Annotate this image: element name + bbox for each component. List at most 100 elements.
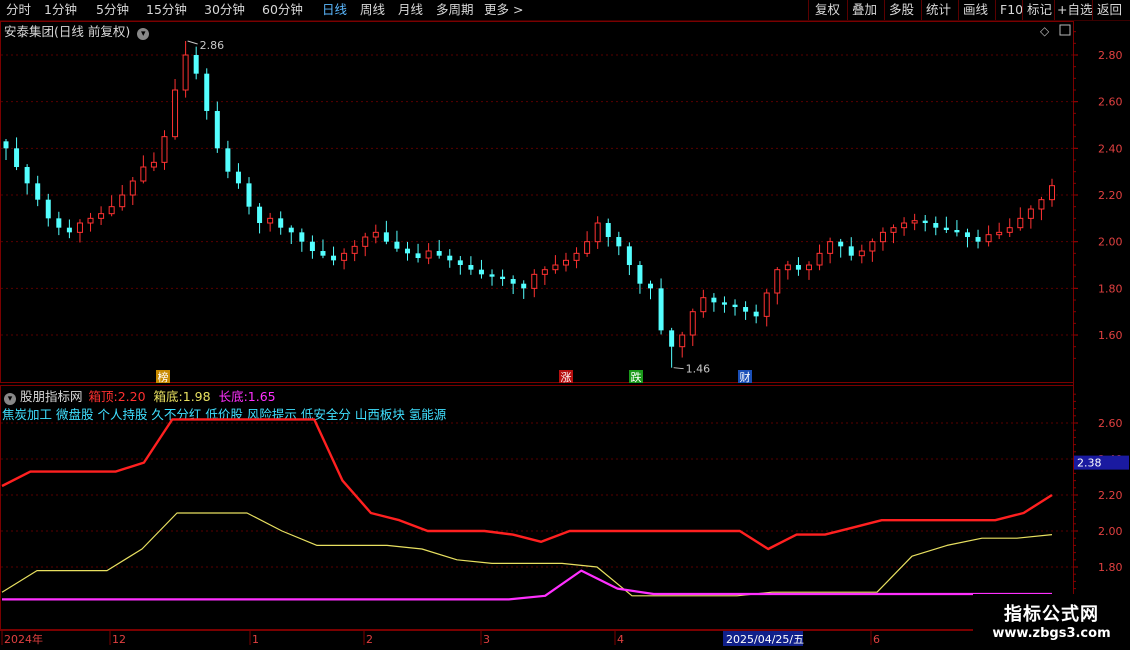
x-axis-bar — [0, 630, 1130, 650]
main-tick-label: 2.20 — [1098, 189, 1123, 202]
candle-body-up — [562, 259, 569, 266]
candle-body-up — [541, 269, 548, 275]
x-axis-label: 2 — [366, 633, 373, 646]
candle-body-down — [66, 227, 72, 233]
candle-body-down — [257, 206, 263, 224]
candle-body-down — [193, 55, 199, 74]
candle-body-down — [246, 183, 252, 207]
x-axis-label: 6 — [873, 633, 880, 646]
candle-body-down — [45, 199, 51, 219]
candle-body-up — [1049, 185, 1055, 201]
candle-body-up — [161, 136, 168, 163]
candle-body-up — [87, 217, 94, 224]
main-tick-label: 1.60 — [1098, 329, 1123, 342]
candle-body-up — [985, 234, 992, 243]
candle-body-down — [795, 265, 801, 270]
candle-body-down — [616, 237, 622, 247]
candle-body-down — [489, 274, 495, 277]
watermark-title: 指标公式网 — [1004, 604, 1099, 625]
candle-body-up — [784, 264, 791, 271]
current-value-label: 2.38 — [1077, 457, 1102, 470]
main-tick-label: 2.40 — [1098, 142, 1123, 155]
candle-body-down — [648, 283, 654, 289]
candle-body-down — [14, 148, 20, 168]
candle-body-up — [763, 292, 770, 317]
event-marker-label: 涨 — [561, 371, 572, 384]
box-top-line — [1, 418, 1053, 551]
candle-body-down — [415, 253, 421, 259]
candle-body-down — [669, 330, 675, 347]
candle-body-up — [774, 269, 781, 294]
candle-body-down — [637, 265, 643, 284]
candle-body-up — [869, 241, 876, 252]
candle-body-up — [140, 166, 147, 182]
candle-body-down — [922, 220, 928, 224]
candle-body-down — [56, 218, 62, 228]
candle-body-down — [320, 251, 326, 256]
candle-body-up — [1017, 217, 1024, 229]
candle-body-down — [732, 304, 738, 308]
indicator-tick-label: 2.20 — [1098, 489, 1123, 502]
candle-body-up — [1038, 199, 1045, 210]
candle-body-up — [911, 220, 918, 224]
candle-body-up — [552, 264, 559, 271]
kline-chart[interactable]: 2.86 1.46 榜 涨 跌 财 2.80 2.60 2.40 2.20 2.00 1.80 1.6… — [0, 0, 1130, 650]
x-axis-label: 3 — [483, 633, 490, 646]
candle-body-up — [267, 217, 274, 224]
candle-body-up — [827, 241, 834, 254]
candle-body-down — [521, 283, 527, 289]
candle-body-down — [510, 279, 516, 284]
high-arrow — [187, 40, 198, 45]
candle-body-up — [182, 54, 189, 91]
event-marker-label: 财 — [740, 370, 751, 384]
candle-body-down — [753, 311, 759, 317]
candle-body-up — [172, 89, 179, 138]
candle-body-down — [447, 255, 453, 261]
candle-body-down — [626, 246, 632, 266]
x-axis-label: 12 — [112, 633, 126, 646]
candle-body-up — [890, 227, 897, 233]
candle-body-down — [933, 223, 939, 228]
x-axis-label: 2024年 — [4, 632, 43, 646]
candle-body-up — [351, 245, 358, 254]
main-tick-label: 2.60 — [1098, 96, 1123, 109]
candle-body-down — [478, 269, 484, 275]
candle-body-up — [341, 252, 348, 261]
candle-body-down — [3, 141, 9, 149]
candle-body-up — [879, 231, 886, 243]
box-bottom-line — [1, 512, 1053, 597]
event-marker-label: 榜 — [158, 370, 169, 384]
candle-body-down — [278, 218, 284, 228]
candle-body-down — [605, 223, 611, 238]
main-panel-border — [0, 21, 1074, 383]
selected-date-label: 2025/04/25/五 — [726, 633, 804, 646]
candle-body-down — [436, 251, 442, 256]
candle-body-down — [838, 241, 844, 247]
candle-body-down — [848, 246, 854, 256]
main-tick-label: 2.00 — [1098, 236, 1123, 249]
candle-body-up — [1006, 227, 1013, 233]
indicator-tick-label: 2.00 — [1098, 525, 1123, 538]
candle-body-down — [721, 302, 727, 305]
main-tick-label: 2.80 — [1098, 49, 1123, 62]
candle-body-down — [658, 288, 664, 331]
candle-body-up — [108, 206, 115, 215]
event-marker-label: 跌 — [631, 370, 642, 384]
candle-body-up — [805, 264, 812, 271]
candle-body-down — [743, 307, 749, 312]
diamond-icon: ◇ — [1040, 24, 1050, 38]
candle-body-up — [531, 273, 538, 289]
watermark-url: www.zbgs3.com — [992, 626, 1111, 641]
candle-body-down — [383, 232, 389, 242]
indicator-tick-label: 2.60 — [1098, 417, 1123, 430]
low-label: 1.46 — [686, 363, 711, 376]
candle-body-up — [150, 161, 157, 168]
x-axis-label: 4 — [617, 633, 624, 646]
candle-body-up — [362, 236, 369, 247]
candle-body-up — [129, 180, 136, 196]
candle-body-down — [225, 148, 231, 172]
candle-body-down — [35, 183, 41, 200]
candle-body-up — [1027, 208, 1034, 219]
candle-body-up — [425, 250, 432, 259]
candle-body-down — [214, 111, 220, 149]
